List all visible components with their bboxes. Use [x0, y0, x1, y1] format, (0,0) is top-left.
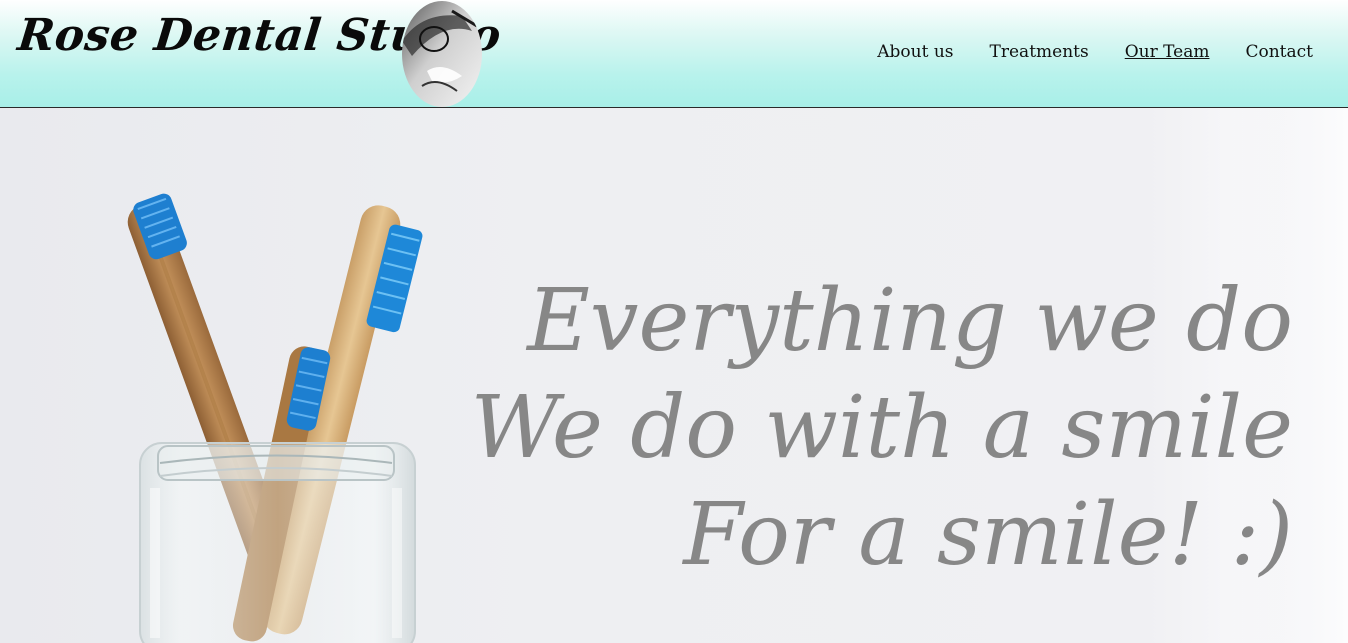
- slogan-line-2: We do with a smile: [470, 378, 1293, 478]
- hero-slogan: Everything we do We do with a smile For …: [471, 268, 1293, 589]
- site-header: Rose Dental Studio About us Treatments O…: [0, 0, 1348, 108]
- toothbrush-oval-logo-icon[interactable]: [402, 1, 482, 107]
- slogan-line-3: For a smile! :): [683, 485, 1293, 585]
- nav-our-team[interactable]: Our Team: [1125, 42, 1210, 62]
- nav-about-us[interactable]: About us: [877, 42, 953, 62]
- nav-contact[interactable]: Contact: [1245, 42, 1313, 62]
- nav-treatments[interactable]: Treatments: [990, 42, 1089, 62]
- hero-banner: Everything we do We do with a smile For …: [0, 108, 1348, 643]
- slogan-line-1: Everything we do: [527, 271, 1293, 371]
- main-nav: About us Treatments Our Team Contact: [877, 42, 1313, 62]
